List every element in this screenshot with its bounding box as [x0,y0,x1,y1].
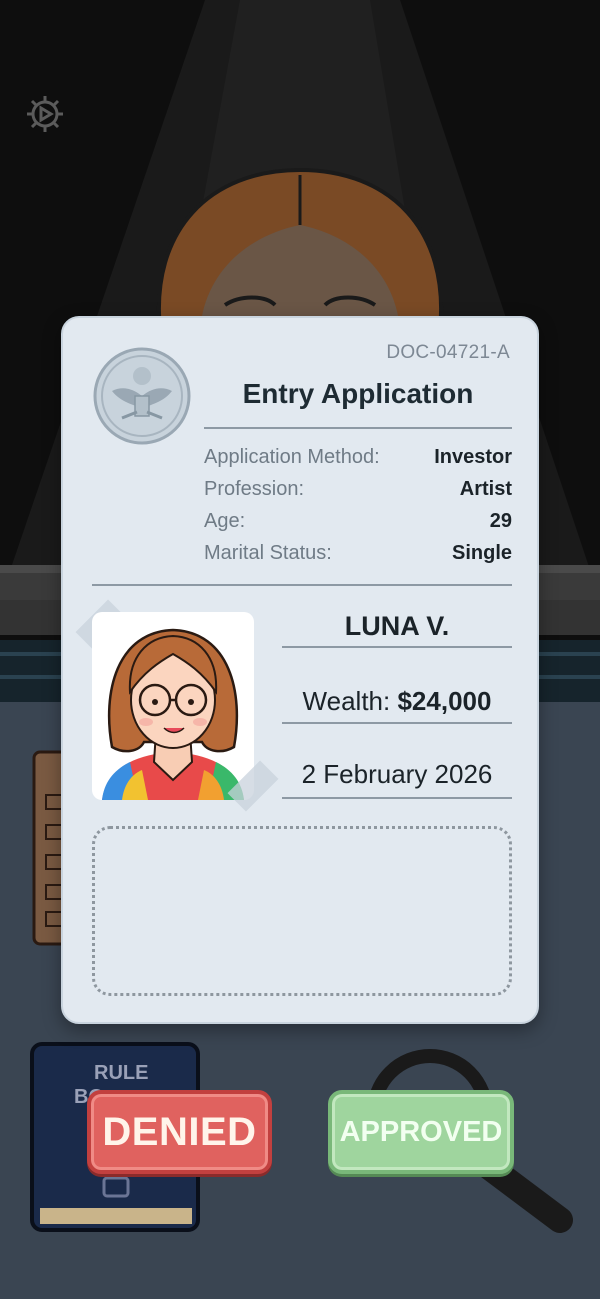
wealth-label: Wealth: [302,686,391,716]
section-divider [92,584,512,586]
date-underline [282,797,512,799]
document-title: Entry Application [242,378,474,409]
field-value: Investor [434,446,512,468]
eagle-seal-icon [93,347,191,445]
field-label: Application Method: [204,446,380,468]
wealth-line: Wealth: $24,000 [282,686,512,717]
field-value: 29 [489,510,512,532]
field-value: Artist [459,478,512,500]
field-label: Age: [204,510,246,532]
field-label: Profession: [204,478,305,500]
entry-application-document: DOC-04721-A Entry Application Applicatio… [61,316,539,1024]
field-label: Marital Status: [204,542,332,564]
field-value: Single [451,542,512,564]
rulebook-title-line1: RULE [94,1062,149,1084]
field-row-profession: Profession: Artist [204,478,512,506]
applicant-photo [92,612,254,800]
portrait-illustration [102,628,244,800]
denied-button[interactable]: DENIED [87,1090,272,1174]
wealth-value: $24,000 [397,686,492,716]
title-divider [204,427,512,429]
document-date: 2 February 2026 [301,759,493,789]
stamp-drop-area[interactable] [92,826,512,996]
approved-button[interactable]: APPROVED [328,1090,514,1174]
field-row-age: Age: 29 [204,510,512,538]
applicant-name: LUNA V. [344,611,450,641]
field-row-application-method: Application Method: Investor [204,446,512,474]
wealth-underline [282,722,512,724]
name-underline [282,646,512,648]
document-id: DOC-04721-A [386,342,510,363]
field-row-marital-status: Marital Status: Single [204,542,512,570]
gear-icon[interactable] [24,93,66,135]
